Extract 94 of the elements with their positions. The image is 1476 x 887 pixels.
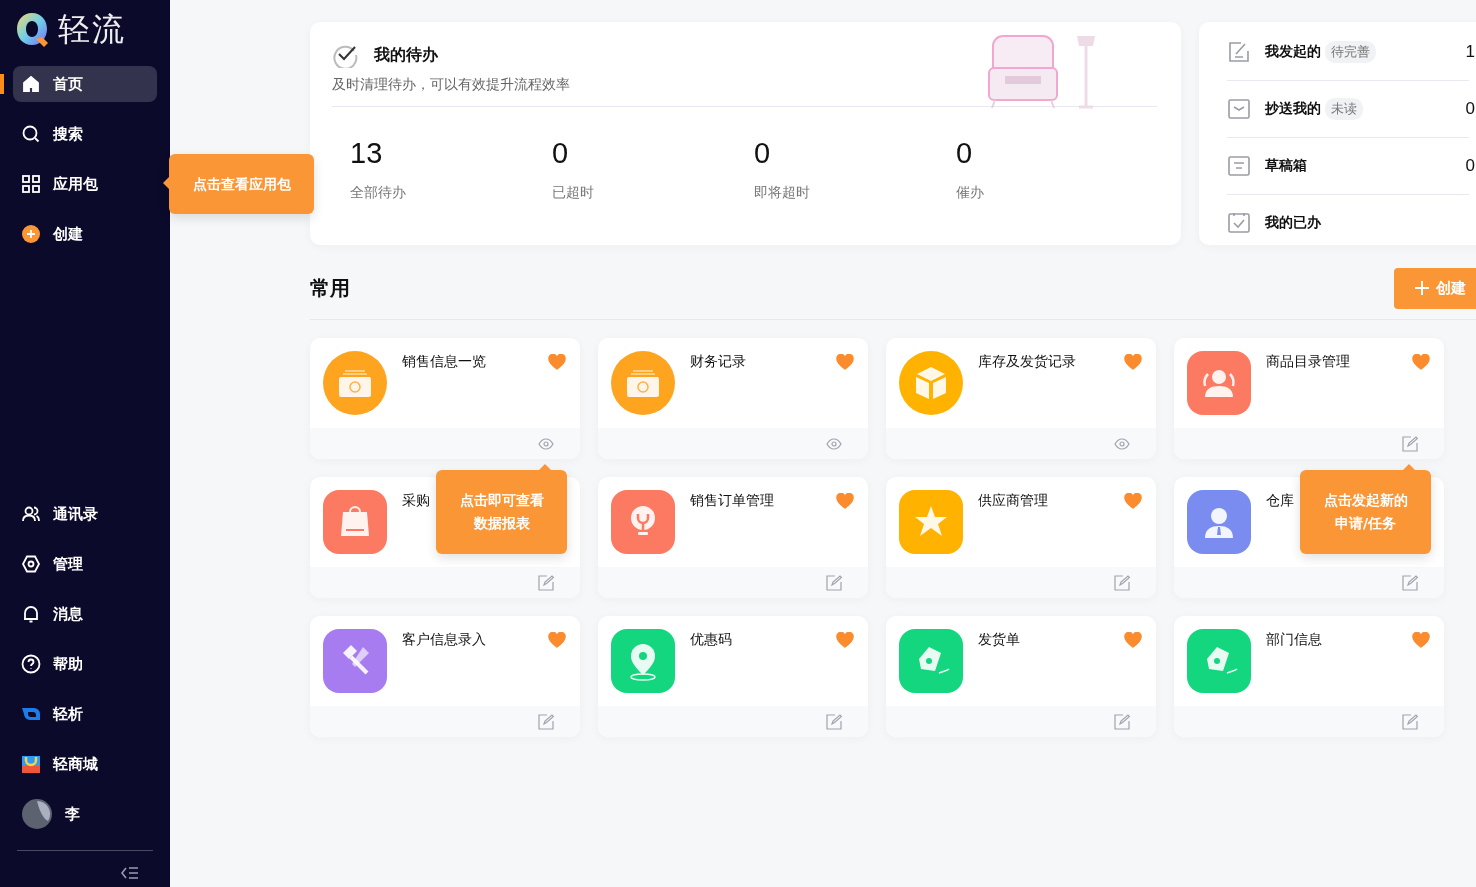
stat-value[interactable]: 0 [754, 137, 956, 170]
sidebar-item[interactable]: 搜索 [13, 116, 157, 152]
app-name: 优惠码 [690, 631, 732, 649]
heart-icon[interactable] [1124, 493, 1142, 509]
tooltip-text: 点击查看应用包 [192, 174, 291, 194]
heart-icon[interactable] [1412, 354, 1430, 370]
people-icon [21, 504, 41, 524]
edit-icon[interactable] [826, 713, 842, 730]
status-tag: 未读 [1325, 98, 1363, 120]
status-tag: 待完善 [1325, 41, 1376, 63]
app-card[interactable]: 部门信息 [1174, 616, 1444, 737]
app-name: 仓库 [1266, 492, 1294, 510]
app-card[interactable]: 库存及发货记录 [886, 338, 1156, 459]
edit-icon[interactable] [1114, 713, 1130, 730]
heart-icon[interactable] [1412, 632, 1430, 648]
shopping-bag-icon [21, 754, 41, 774]
sidebar-item[interactable]: 管理 [13, 546, 157, 582]
app-name: 库存及发货记录 [978, 353, 1076, 371]
sidebar-item[interactable]: 消息 [13, 596, 157, 632]
grid-icon [21, 174, 41, 194]
eye-icon[interactable] [538, 437, 554, 450]
sidebar-item[interactable]: 轻析 [13, 696, 157, 732]
app-name: 部门信息 [1266, 631, 1322, 649]
flow-count: 0 [1464, 99, 1475, 119]
flow-count: 1 [1464, 42, 1475, 62]
heart-icon[interactable] [1124, 632, 1142, 648]
app-name: 商品目录管理 [1266, 353, 1350, 371]
bell-icon [21, 604, 41, 624]
app-name: 财务记录 [690, 353, 746, 371]
active-indicator [0, 74, 4, 94]
heart-icon[interactable] [836, 354, 854, 370]
avatar[interactable] [21, 798, 53, 830]
edit-icon[interactable] [1402, 574, 1418, 591]
edit-icon[interactable] [538, 713, 554, 730]
flow-label[interactable]: 我发起的 [1265, 43, 1321, 61]
collapse-icon[interactable] [120, 865, 140, 881]
heart-icon[interactable] [548, 354, 566, 370]
app-card[interactable]: 供应商管理 [886, 477, 1156, 598]
sidebar-item[interactable]: 李 [13, 796, 157, 832]
edit-icon [1227, 40, 1251, 64]
sidebar-item[interactable]: 创建 [13, 216, 157, 252]
sidebar-item[interactable]: 轻商城 [13, 746, 157, 782]
plus-icon [21, 224, 41, 244]
stat-label: 催办 [956, 184, 985, 202]
app-card[interactable]: 财务记录 [598, 338, 868, 459]
flow-label[interactable]: 我的已办 [1265, 214, 1321, 232]
edit-icon[interactable] [826, 574, 842, 591]
edit-icon[interactable] [1114, 574, 1130, 591]
eye-icon[interactable] [826, 437, 842, 450]
heart-icon[interactable] [836, 632, 854, 648]
stat-value[interactable]: 0 [956, 137, 1158, 170]
brand-name: 轻流 [58, 9, 126, 50]
home-icon [21, 74, 41, 94]
app-name: 销售信息一览 [402, 353, 486, 371]
heart-icon[interactable] [836, 493, 854, 509]
flow-label[interactable]: 草稿箱 [1265, 157, 1307, 175]
search-icon [21, 124, 41, 144]
app-name: 客户信息录入 [402, 631, 486, 649]
stat-label: 已超时 [552, 184, 595, 202]
app-name: 供应商管理 [978, 492, 1048, 510]
section-title: 常用 [310, 274, 350, 302]
todo-title: 我的待办 [374, 44, 438, 66]
tooltip-text: 点击即可查看数据报表 [458, 491, 545, 533]
flow-label[interactable]: 抄送我的 [1265, 100, 1321, 118]
sidebar-item[interactable]: 通讯录 [13, 496, 157, 532]
app-name: 发货单 [978, 631, 1020, 649]
calendar-check-icon [1227, 211, 1251, 235]
app-card[interactable]: 客户信息录入 [310, 616, 580, 737]
plus-icon [1414, 280, 1430, 296]
heart-icon[interactable] [1124, 354, 1142, 370]
hexagon-icon [21, 554, 41, 574]
inbox-icon [1227, 97, 1251, 121]
app-card[interactable]: 优惠码 [598, 616, 868, 737]
app-card[interactable]: 商品目录管理 [1174, 338, 1444, 459]
document-icon [1227, 154, 1251, 178]
app-name: 采购 [402, 492, 430, 510]
stat-label: 全部待办 [350, 184, 407, 202]
app-name: 销售订单管理 [690, 492, 774, 510]
eye-icon[interactable] [1114, 437, 1130, 450]
tooltip-text: 点击发起新的申请/任务 [1322, 491, 1409, 533]
stat-value[interactable]: 0 [552, 137, 754, 170]
stat-value[interactable]: 13 [350, 137, 552, 170]
edit-icon[interactable] [1402, 713, 1418, 730]
app-card[interactable]: 发货单 [886, 616, 1156, 737]
edit-icon[interactable] [1402, 435, 1418, 452]
app-card[interactable]: 销售订单管理 [598, 477, 868, 598]
stat-label: 即将超时 [754, 184, 811, 202]
heart-icon[interactable] [548, 632, 566, 648]
logo-icon [14, 11, 50, 49]
sidebar-item[interactable]: 帮助 [13, 646, 157, 682]
help-icon [21, 654, 41, 674]
flow-count: 0 [1464, 156, 1475, 176]
edit-icon[interactable] [538, 574, 554, 591]
app-card[interactable]: 销售信息一览 [310, 338, 580, 459]
